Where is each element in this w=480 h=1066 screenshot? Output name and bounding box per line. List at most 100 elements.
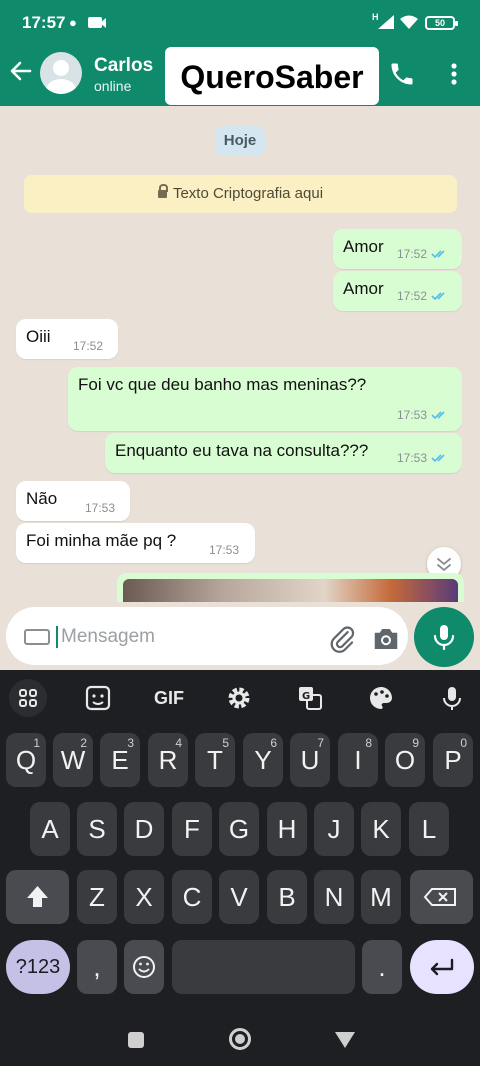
overlay-label: QueroSaber bbox=[165, 47, 379, 105]
message-bubble-incoming[interactable]: Não 17:53 bbox=[16, 481, 130, 521]
key-f[interactable]: F bbox=[172, 802, 212, 856]
key-n[interactable]: N bbox=[314, 870, 354, 924]
key-b[interactable]: B bbox=[267, 870, 307, 924]
key-k[interactable]: K bbox=[361, 802, 401, 856]
home-icon[interactable] bbox=[229, 1028, 251, 1050]
key-r[interactable]: R4 bbox=[148, 733, 188, 787]
enter-key[interactable] bbox=[410, 940, 474, 994]
contact-name[interactable]: Carlos bbox=[94, 55, 153, 77]
image-message[interactable] bbox=[117, 573, 464, 602]
read-ticks-icon bbox=[431, 250, 445, 259]
recents-icon[interactable] bbox=[128, 1032, 144, 1048]
key-w[interactable]: W2 bbox=[53, 733, 93, 787]
battery-icon: 50 bbox=[425, 16, 458, 30]
key-hint: 3 bbox=[127, 736, 134, 750]
more-options-icon[interactable] bbox=[444, 60, 464, 88]
message-input[interactable]: Mensagem bbox=[6, 607, 408, 665]
read-ticks-icon bbox=[431, 292, 445, 301]
message-time: 17:52 bbox=[397, 289, 428, 303]
sticker-icon[interactable] bbox=[78, 678, 118, 718]
key-i[interactable]: I8 bbox=[338, 733, 378, 787]
camera-icon[interactable] bbox=[371, 625, 401, 653]
emoji-key[interactable] bbox=[124, 940, 164, 994]
key-h[interactable]: H bbox=[267, 802, 307, 856]
message-bubble-incoming[interactable]: Foi minha mãe pq ? 17:53 bbox=[16, 523, 255, 563]
key-y[interactable]: Y6 bbox=[243, 733, 283, 787]
phone-call-icon[interactable] bbox=[388, 60, 416, 88]
back-icon[interactable] bbox=[335, 1032, 355, 1048]
key-d[interactable]: D bbox=[124, 802, 164, 856]
backspace-key[interactable] bbox=[410, 870, 473, 924]
read-ticks-icon bbox=[431, 454, 445, 463]
keyboard-icon[interactable] bbox=[24, 629, 50, 645]
palette-icon[interactable] bbox=[361, 678, 401, 718]
key-e[interactable]: E3 bbox=[100, 733, 140, 787]
back-arrow-icon[interactable] bbox=[8, 58, 34, 84]
image-thumbnail[interactable] bbox=[123, 579, 458, 602]
message-bubble-outgoing[interactable]: Enquanto eu tava na consulta??? 17:53 bbox=[105, 433, 462, 473]
message-text: Amor bbox=[343, 237, 384, 256]
date-divider: Hoje bbox=[215, 126, 265, 156]
key-v[interactable]: V bbox=[219, 870, 259, 924]
avatar-head bbox=[53, 60, 69, 76]
key-hint: 2 bbox=[80, 736, 87, 750]
text-caret bbox=[56, 626, 58, 648]
key-hint: 5 bbox=[222, 736, 229, 750]
attach-icon[interactable] bbox=[327, 624, 357, 654]
key-hint: 6 bbox=[270, 736, 277, 750]
key-hint: 9 bbox=[412, 736, 419, 750]
key-t[interactable]: T5 bbox=[195, 733, 235, 787]
key-hint: 8 bbox=[365, 736, 372, 750]
read-ticks-icon bbox=[431, 411, 445, 420]
voice-message-button[interactable] bbox=[414, 607, 474, 667]
message-placeholder: Mensagem bbox=[61, 626, 155, 647]
space-key[interactable] bbox=[172, 940, 355, 994]
key-x[interactable]: X bbox=[124, 870, 164, 924]
key-hint: 7 bbox=[317, 736, 324, 750]
period-key[interactable]: . bbox=[362, 940, 402, 994]
translate-icon[interactable]: G bbox=[290, 678, 330, 718]
avatar[interactable] bbox=[40, 52, 82, 94]
key-s[interactable]: S bbox=[77, 802, 117, 856]
message-text: Foi minha mãe pq ? bbox=[26, 531, 177, 550]
key-a[interactable]: A bbox=[30, 802, 70, 856]
message-bubble-incoming[interactable]: Oiii 17:52 bbox=[16, 319, 118, 359]
key-u[interactable]: U7 bbox=[290, 733, 330, 787]
key-c[interactable]: C bbox=[172, 870, 212, 924]
key-q[interactable]: Q1 bbox=[6, 733, 46, 787]
message-time: 17:53 bbox=[397, 451, 428, 465]
chat-area[interactable]: Hoje Texto Criptografia aqui Amor 17:52 … bbox=[0, 106, 480, 602]
app-header: 17:57 ● H 50 Carlos online QueroSaber bbox=[0, 0, 480, 106]
key-o[interactable]: O9 bbox=[385, 733, 425, 787]
signal-icon bbox=[378, 15, 394, 29]
key-p[interactable]: P0 bbox=[433, 733, 473, 787]
message-bubble-outgoing[interactable]: Foi vc que deu banho mas meninas?? 17:53 bbox=[68, 367, 462, 431]
message-text: Enquanto eu tava na consulta??? bbox=[115, 441, 369, 460]
microphone-icon bbox=[433, 625, 455, 651]
key-z[interactable]: Z bbox=[77, 870, 117, 924]
wifi-icon bbox=[400, 15, 418, 29]
settings-gear-icon[interactable] bbox=[219, 678, 259, 718]
message-composer: Mensagem bbox=[0, 602, 480, 670]
status-time: 17:57 bbox=[22, 13, 66, 32]
comma-key[interactable]: , bbox=[77, 940, 117, 994]
key-l[interactable]: L bbox=[409, 802, 449, 856]
message-bubble-outgoing[interactable]: Amor 17:52 bbox=[333, 229, 462, 269]
key-j[interactable]: J bbox=[314, 802, 354, 856]
message-bubble-outgoing[interactable]: Amor 17:52 bbox=[333, 271, 462, 311]
avatar-body bbox=[46, 79, 76, 94]
symbols-key[interactable]: ?123 bbox=[6, 940, 70, 994]
shift-key[interactable] bbox=[6, 870, 69, 924]
key-m[interactable]: M bbox=[361, 870, 401, 924]
gif-button[interactable]: GIF bbox=[149, 678, 189, 718]
key-label: I bbox=[354, 745, 362, 775]
key-g[interactable]: G bbox=[219, 802, 259, 856]
system-navigation-bar bbox=[0, 1016, 480, 1066]
key-label: Y bbox=[254, 745, 272, 775]
message-time: 17:52 bbox=[397, 247, 428, 261]
voice-input-icon[interactable] bbox=[432, 678, 472, 718]
apps-grid-icon[interactable] bbox=[8, 678, 48, 718]
keyboard: GIF G Q1 W2 E3 R4 T5 Y6 U7 I8 O9 P0 A S … bbox=[0, 670, 480, 1016]
backspace-icon bbox=[423, 888, 456, 906]
encryption-notice[interactable]: Texto Criptografia aqui bbox=[24, 175, 457, 213]
